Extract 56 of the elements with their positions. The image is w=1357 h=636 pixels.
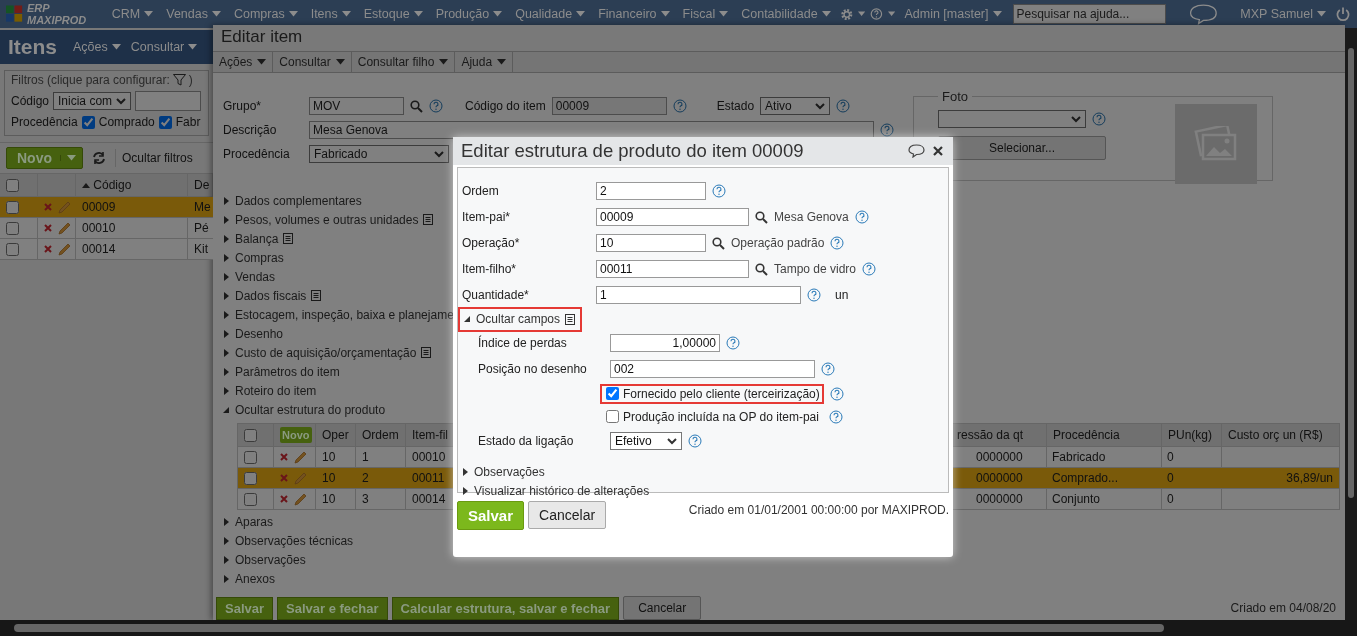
table-cell-text: 0000000 (975, 450, 1023, 464)
table-cell-text: 0000000 (975, 492, 1023, 506)
unit-label: un (835, 288, 849, 302)
field-label: Quantidade* (462, 288, 530, 302)
field-label: Índice de perdas (477, 336, 568, 350)
table-cell: 0 (1167, 492, 1174, 506)
table-cell: 10 (322, 492, 336, 506)
field-label: Procedência (11, 115, 78, 129)
lookup-text: Mesa Genova (774, 210, 849, 224)
photo-legend: Foto (938, 89, 972, 104)
field-label: Ordem (462, 184, 500, 198)
table-cell: 00014 (412, 492, 446, 506)
items-title: Itens (8, 35, 57, 59)
checkbox-label: Produção incluída na OP do item-pai (623, 409, 819, 424)
table-cell: 2 (362, 471, 369, 485)
field-label: Procedência (223, 147, 291, 161)
lookup-text: Operação padrão (731, 236, 825, 250)
field-label: Operação* (462, 236, 521, 250)
table-cell: Fabricado (1052, 450, 1106, 464)
field-label: Descrição (223, 123, 278, 137)
table-cell: 00014 (82, 242, 116, 256)
table-cell: 00011 (412, 471, 445, 485)
field-label: Item-pai* (462, 210, 512, 224)
table-cell: 00010 (412, 450, 446, 464)
table-cell: 36,89/un (1286, 471, 1333, 485)
checkbox-label: Fabr (175, 115, 201, 129)
table-cell: Me (194, 200, 211, 214)
table-cell: 00009 (82, 200, 116, 214)
field-label: Código (11, 94, 50, 108)
logo-text: ERP MAXIPROD (27, 2, 88, 26)
field-label: Grupo* (223, 99, 263, 113)
lookup-text: Tampo de vidro (774, 262, 857, 276)
table-cell: 10 (322, 471, 336, 485)
filters-legend-end: ) (188, 73, 193, 87)
checkbox-label: Fornecido pelo cliente (terceirização) (623, 386, 820, 401)
table-cell: Comprado... (1052, 471, 1119, 485)
table-cell: Pé (194, 221, 209, 235)
table-cell: 0 (1167, 450, 1174, 464)
field-label: Código do item (465, 99, 546, 113)
created-info: Criado em 04/08/20 (1230, 601, 1336, 615)
table-cell: 0 (1167, 471, 1174, 485)
created-info: Criado em 01/01/2001 00:00:00 por MAXIPROD. (688, 503, 949, 517)
field-label: Estado (716, 99, 755, 113)
table-cell: Kit (194, 242, 208, 256)
window-title: Editar item (213, 25, 1345, 51)
field-label: Estado da ligação (477, 434, 575, 448)
table-cell-text: 0000000 (975, 471, 1023, 485)
table-cell: 1 (362, 450, 369, 464)
table-cell: 10 (322, 450, 336, 464)
field-label: Item-filho* (462, 262, 518, 276)
dialog-title: Editar estrutura de produto do item 00009 (461, 140, 804, 162)
checkbox-label: Comprado (98, 115, 155, 129)
table-cell: Conjunto (1052, 492, 1101, 506)
field-label: Posição no desenho (477, 362, 588, 376)
table-cell: 00010 (82, 221, 116, 235)
table-cell: 3 (362, 492, 369, 506)
